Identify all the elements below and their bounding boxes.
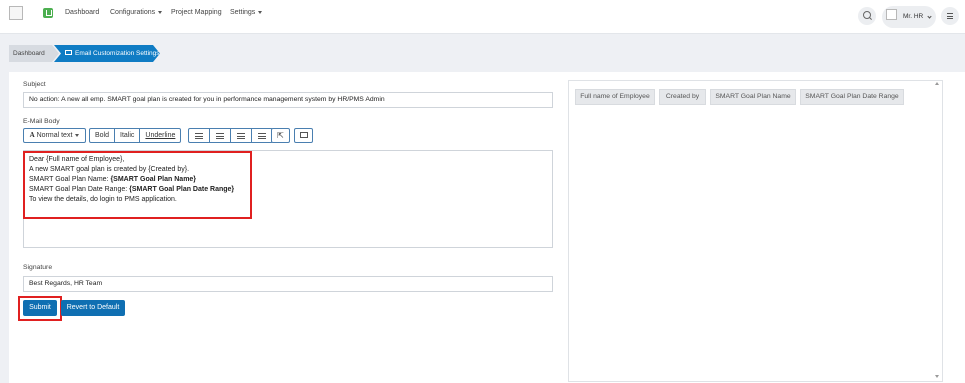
share-icon: ⇱ <box>277 131 284 140</box>
avatar <box>886 9 897 20</box>
scroll-up-icon[interactable] <box>935 82 939 85</box>
nav-dashboard[interactable]: Dashboard <box>65 9 99 16</box>
unordered-list-button[interactable] <box>189 129 210 142</box>
subject-input[interactable]: No action: A new all emp. SMART goal pla… <box>23 92 553 108</box>
menu-line <box>947 13 953 14</box>
envelope-icon <box>65 50 72 55</box>
underline-button[interactable]: Underline <box>140 129 180 142</box>
chevron-down-icon <box>75 133 80 137</box>
bold-button[interactable]: Bold <box>90 129 116 142</box>
italic-button[interactable]: Italic <box>115 129 141 142</box>
placeholder-chip[interactable]: Full name of Employee <box>575 89 655 105</box>
top-navbar: Dashboard Configurations Project Mapping… <box>0 0 965 34</box>
logo-image[interactable] <box>9 6 23 20</box>
user-menu[interactable]: Mr. HR <box>882 6 936 28</box>
format-group: Bold Italic Underline <box>89 128 182 143</box>
menu-line <box>947 15 953 17</box>
placeholder-panel <box>568 80 943 382</box>
email-body-label: E-Mail Body <box>23 118 60 125</box>
image-button[interactable] <box>294 128 313 143</box>
text-style-icon: A <box>29 131 35 139</box>
list-group <box>188 128 273 143</box>
nav-settings-label: Settings <box>230 9 256 16</box>
user-name: Mr. HR <box>903 13 924 20</box>
placeholder-chip[interactable]: SMART Goal Plan Date Range <box>800 89 904 105</box>
nav-settings[interactable]: Settings <box>230 9 263 16</box>
highlight-box <box>18 296 62 321</box>
image-icon <box>299 132 308 138</box>
ordered-list-button[interactable] <box>210 129 231 142</box>
chevron-down-icon <box>158 10 163 14</box>
breadcrumb-current: Email Customization Settings <box>54 45 160 62</box>
ordered-list-icon <box>216 133 224 139</box>
hamburger-menu-icon[interactable] <box>941 7 959 25</box>
revert-to-default-button[interactable]: Revert to Default <box>61 300 125 316</box>
search-icon[interactable] <box>858 7 876 25</box>
breadcrumb-current-label: Email Customization Settings <box>75 50 160 57</box>
indent-button[interactable] <box>252 129 272 142</box>
indent-icon <box>258 133 266 139</box>
highlight-box <box>23 151 252 219</box>
signature-input[interactable]: Best Regards, HR Team <box>23 276 553 292</box>
nav-configurations[interactable]: Configurations <box>110 9 163 16</box>
outdent-icon <box>237 133 245 139</box>
placeholder-chip[interactable]: SMART Goal Plan Name <box>710 89 796 105</box>
text-style-dropdown[interactable]: A Normal text <box>23 128 86 143</box>
chevron-down-icon <box>258 10 263 14</box>
link-button[interactable]: ⇱ <box>271 128 290 143</box>
subject-label: Subject <box>23 81 46 88</box>
scroll-down-icon[interactable] <box>935 375 939 378</box>
home-icon[interactable] <box>43 8 53 18</box>
text-style-label: Normal text <box>36 132 73 139</box>
chevron-down-icon <box>927 14 932 19</box>
outdent-button[interactable] <box>231 129 252 142</box>
menu-line <box>947 18 953 19</box>
list-icon <box>195 133 203 139</box>
placeholder-chip[interactable]: Created by <box>659 89 706 105</box>
nav-configurations-label: Configurations <box>110 9 156 16</box>
signature-label: Signature <box>23 264 53 271</box>
nav-project-mapping[interactable]: Project Mapping <box>171 9 222 16</box>
breadcrumb-dashboard[interactable]: Dashboard <box>9 45 59 62</box>
